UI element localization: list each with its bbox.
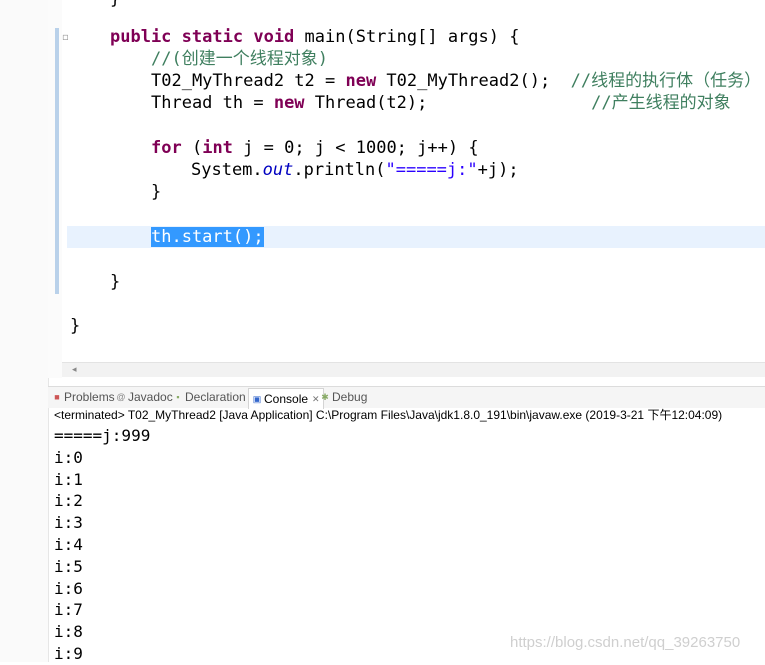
console-line: =====j:999 xyxy=(54,426,151,445)
console-icon: ▣ xyxy=(252,394,262,404)
console-status-line: <terminated> T02_MyThread2 [Java Applica… xyxy=(54,408,723,422)
tab-label: Debug xyxy=(332,390,368,404)
left-gutter-strip xyxy=(0,0,49,662)
declaration-icon: ▪ xyxy=(176,392,180,402)
console-line: i:6 xyxy=(54,578,83,598)
code-line-start: th.start(); xyxy=(151,226,264,248)
tab-label: Javadoc xyxy=(128,390,173,404)
debug-icon: ✱ xyxy=(321,392,329,402)
console-output[interactable]: =====j:999 i:0 i:1 i:2 i:3 i:4 i:5 i:6 i… xyxy=(54,425,754,665)
code-line-t2: T02_MyThread2 t2 = new T02_MyThread2(); … xyxy=(151,71,762,91)
code-line-main: public static void main(String[] args) { xyxy=(110,27,520,47)
selected-text: th.start(); xyxy=(151,227,264,247)
scroll-left-icon[interactable]: ◂ xyxy=(72,363,77,377)
problems-icon: ■ xyxy=(54,392,60,402)
code-editor[interactable]: } public static void main(String[] args)… xyxy=(62,0,765,362)
bottom-panel-tabbar: ■ Problems @ Javadoc ▪ Declaration ▣ Console… xyxy=(48,386,765,409)
tab-debug[interactable]: ✱ Debug xyxy=(320,390,367,404)
console-line: i:5 xyxy=(54,556,83,576)
code-line-th: Thread th = new Thread(t2); //产生线程的对象 xyxy=(151,93,731,113)
code-line-close-for: } xyxy=(151,182,162,202)
horizontal-scrollbar[interactable]: ◂ xyxy=(62,362,765,377)
code-line-println: System.out.println("=====j:"+j); xyxy=(191,160,519,180)
code-line-close-main: } xyxy=(110,272,121,292)
code-line-comment: //(创建一个线程对象) xyxy=(151,49,328,69)
code-line: } xyxy=(110,0,120,10)
console-line: i:4 xyxy=(54,534,83,554)
tab-label: Problems xyxy=(64,390,115,404)
code-line-for: for (int j = 0; j < 1000; j++) { xyxy=(151,138,479,158)
code-line-close-class: } xyxy=(70,316,81,336)
watermark: https://blog.csdn.net/qq_39263750 xyxy=(510,634,741,651)
console-line: i:1 xyxy=(54,469,83,489)
tab-label: Declaration xyxy=(185,390,246,404)
tab-declaration[interactable]: ▪ Declaration xyxy=(173,390,246,404)
quick-diff-bar xyxy=(55,28,59,294)
console-line: i:0 xyxy=(54,447,83,467)
console-line: i:7 xyxy=(54,600,83,620)
tab-console[interactable]: ▣ Console ✕ xyxy=(248,388,324,409)
tab-label: Console xyxy=(264,392,309,406)
tab-javadoc[interactable]: @ Javadoc xyxy=(116,390,173,404)
console-line: i:2 xyxy=(54,491,83,511)
console-line: i:3 xyxy=(54,513,83,533)
close-icon[interactable]: ✕ xyxy=(312,394,320,405)
javadoc-icon: @ xyxy=(116,392,126,402)
tab-problems[interactable]: ■ Problems xyxy=(52,390,115,404)
